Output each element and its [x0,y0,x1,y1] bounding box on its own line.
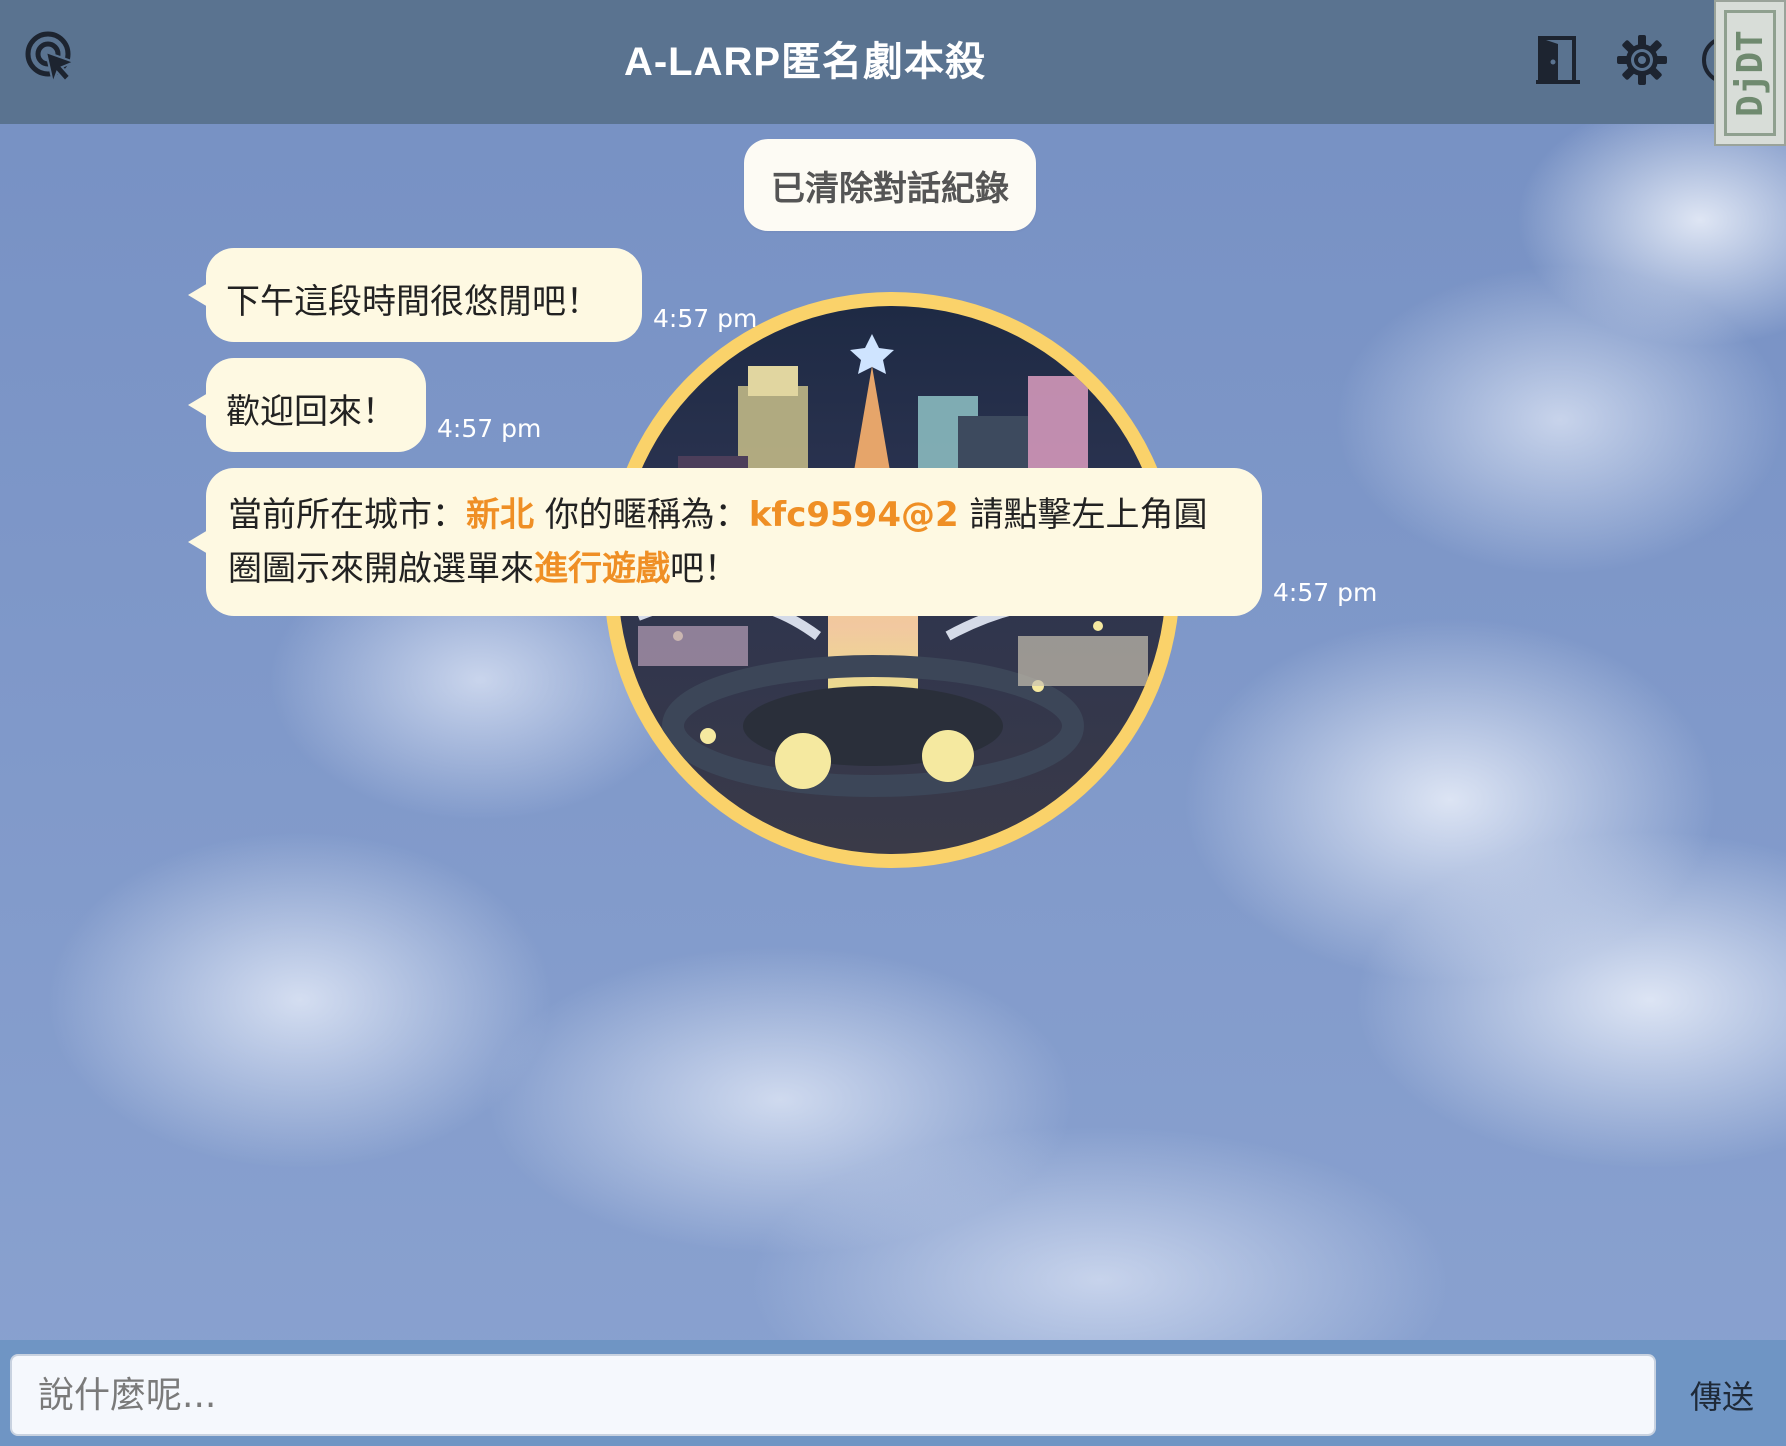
message-line-1: 當前所在城市：新北 你的暱稱為：kfc9594@2 請點擊左上角圓 [228,488,1240,542]
message-timestamp: 4:57 pm [1273,578,1378,607]
instruction-end: 吧！ [670,549,738,589]
debug-toolbar-label: DjDT [1729,29,1771,117]
instruction-text-2: 圈圖示來開啟選單來 [228,549,534,589]
message-text: 下午這段時間很悠閒吧！ [226,282,600,322]
message-input[interactable] [10,1354,1656,1436]
message-timestamp: 4:57 pm [437,414,542,443]
play-game-highlight: 進行遊戲 [534,549,670,589]
debug-toolbar-frame: DjDT [1724,10,1776,136]
composer-bar: 傳送 [0,1340,1786,1446]
door-exit-icon [1536,36,1580,84]
chat-message: 下午這段時間很悠閒吧！ [188,248,642,342]
chat-app: A-LARP匿名劇本殺 DjDT 已清除對話紀錄 下午這段時間很悠閒吧！ 4:5… [0,0,1786,1446]
send-button[interactable]: 傳送 [1668,1354,1776,1436]
page-title: A-LARP匿名劇本殺 [623,40,987,84]
nickname-label: 你的暱稱為： [544,495,749,535]
chat-message: 歡迎回來！ [188,358,426,452]
message-line-2: 圈圖示來開啟選單來進行遊戲吧！ [228,542,1240,596]
instruction-text: 請點擊左上角圓 [969,495,1208,535]
top-header: A-LARP匿名劇本殺 DjDT [0,0,1786,146]
gear-icon [1617,35,1667,85]
chat-message-welcome-info: 當前所在城市：新北 你的暱稱為：kfc9594@2 請點擊左上角圓 圈圖示來開啟… [188,468,1262,616]
debug-toolbar-tab[interactable]: DjDT [1714,0,1786,146]
message-timestamp: 4:57 pm [653,304,758,333]
nickname-value: kfc9594@2 [748,495,959,535]
exit-button[interactable] [1532,34,1584,86]
city-value: 新北 [466,495,534,535]
settings-button[interactable] [1616,34,1668,86]
system-message: 已清除對話紀錄 [744,139,1036,231]
message-text: 歡迎回來！ [226,392,396,432]
city-label: 當前所在城市： [228,495,466,535]
